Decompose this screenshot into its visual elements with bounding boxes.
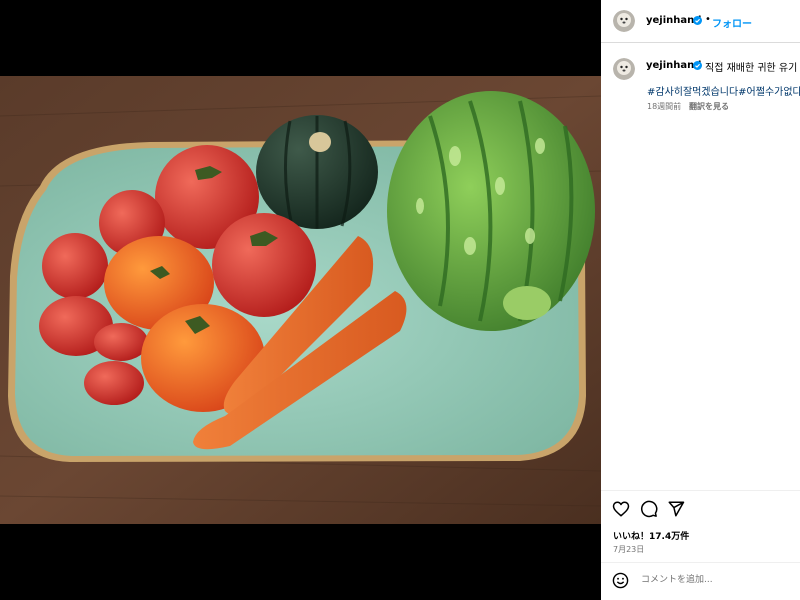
post-panel: yejinhand • フォロー yejinhand 직접 재배한 귀한 유기 …	[601, 0, 800, 600]
caption-time: 18週間前	[647, 102, 682, 111]
post-photo[interactable]	[0, 76, 601, 524]
post-header: yejinhand • フォロー	[601, 0, 800, 43]
avatar[interactable]	[613, 10, 635, 32]
comment-icon[interactable]	[640, 500, 658, 518]
caption-hashtags[interactable]: #감사히잘먹겠습니다#어쩔수가없다	[647, 83, 800, 98]
comment-input[interactable]	[641, 570, 791, 590]
emoji-icon[interactable]	[612, 572, 629, 589]
separator-dot: •	[705, 14, 711, 25]
translate-link[interactable]: 翻訳を見る	[689, 101, 729, 112]
caption-avatar[interactable]	[613, 58, 635, 80]
share-icon[interactable]	[667, 500, 685, 518]
comment-divider	[601, 562, 800, 563]
caption-verified-badge-icon	[693, 61, 702, 70]
likes-count[interactable]: いいね！17.4万件	[613, 529, 689, 542]
post-date[interactable]: 7月23日	[613, 544, 644, 555]
follow-button[interactable]: フォロー	[712, 15, 752, 30]
caption-text: 직접 재배한 귀한 유기	[705, 63, 798, 74]
post-media	[0, 0, 601, 600]
heart-icon[interactable]	[612, 500, 630, 518]
actions-divider	[601, 490, 800, 491]
verified-badge-icon	[693, 16, 702, 25]
